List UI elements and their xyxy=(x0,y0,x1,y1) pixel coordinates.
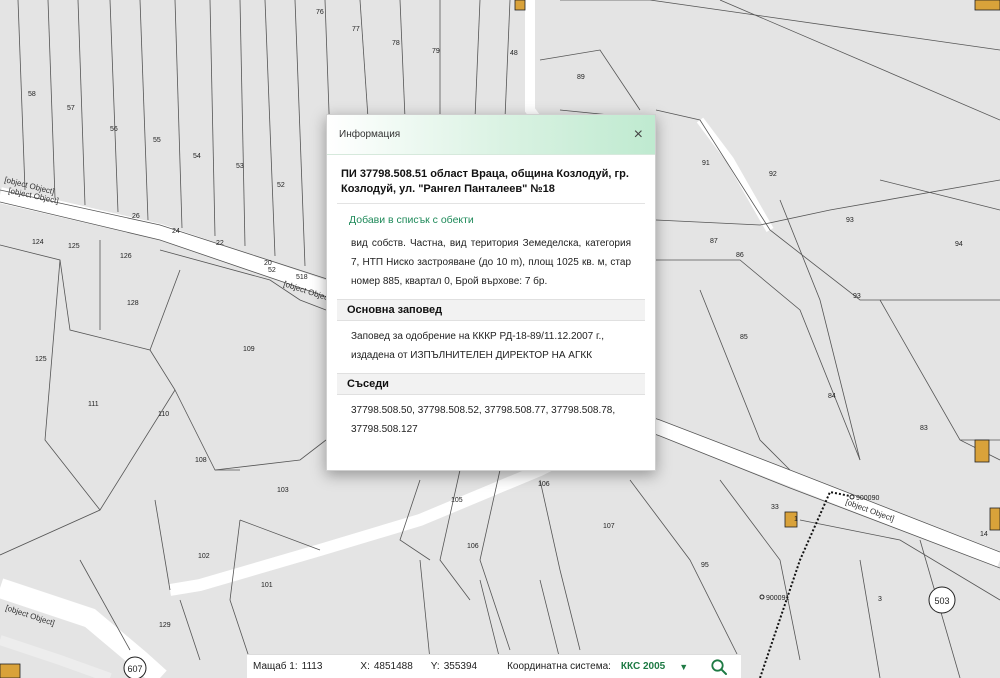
parcel-number-label: 106 xyxy=(467,543,479,550)
popup-body: ПИ 37798.508.51 област Враца, община Коз… xyxy=(327,155,655,471)
parcel-number-label: 92 xyxy=(769,171,777,178)
parcel-number-label: 129 xyxy=(159,622,171,629)
add-to-objects-link[interactable]: Добави в списък с обекти xyxy=(337,204,645,232)
parcel-number-label: 85 xyxy=(740,334,748,341)
parcel-number-label: 78 xyxy=(392,40,400,47)
parcel-number-label: 33 xyxy=(771,504,779,511)
coordinate-system-value[interactable]: ККС 2005 xyxy=(621,661,665,672)
scale-label: Мащаб 1: xyxy=(253,661,298,672)
parcel-number-label: 3 xyxy=(878,596,882,603)
y-label: Y: xyxy=(430,661,440,672)
parcel-number-label: 89 xyxy=(577,74,585,81)
close-icon[interactable]: × xyxy=(634,126,643,143)
parcel-number-label: 94 xyxy=(955,241,963,248)
parcel-number-label: 26 xyxy=(132,213,140,220)
parcel-number-label: 91 xyxy=(702,160,710,167)
parcel-number-label: 101 xyxy=(261,582,273,589)
parcel-number-label: 105 xyxy=(451,497,463,504)
parcel-number-label: 76 xyxy=(316,9,324,16)
parcel-number-label: 84 xyxy=(828,393,836,400)
parcel-number-label: 102 xyxy=(198,553,210,560)
parcel-number-label: 518 xyxy=(296,274,308,281)
neighbors-section-title: Съседи xyxy=(337,373,645,395)
parcel-number-label: 57 xyxy=(67,105,75,112)
road-circle-607: 607 xyxy=(127,664,142,674)
y-value: 355394 xyxy=(443,661,478,672)
parcel-number-label: 52 xyxy=(277,182,285,189)
parcel-description: вид собств. Частна, вид територия Земеде… xyxy=(351,238,631,287)
parcel-number-label: 55 xyxy=(153,137,161,144)
parcel-number-label: 106 xyxy=(538,481,550,488)
parcel-number-label: 125 xyxy=(35,356,47,363)
scale-value: 1113 xyxy=(301,661,323,672)
parcel-number-label: 110 xyxy=(158,411,169,418)
parcel-number-label: 22 xyxy=(216,240,224,247)
parcel-number-label: 1 xyxy=(794,516,798,523)
parcel-number-label: 108 xyxy=(195,457,207,464)
parcel-number-label: 77 xyxy=(352,26,360,33)
parcel-number-label: 56 xyxy=(110,126,118,133)
parcel-number-label: 111 xyxy=(88,401,99,408)
chevron-down-icon[interactable]: ▼ xyxy=(679,662,688,672)
parcel-number-label: 24 xyxy=(172,228,180,235)
parcel-number-label: 79 xyxy=(432,48,440,55)
popup-title: Информация xyxy=(339,129,401,140)
parcel-number-label: 126 xyxy=(120,253,132,260)
parcel-number-label: 54 xyxy=(193,153,201,160)
parcel-number-label: 58 xyxy=(28,91,36,98)
order-section-title: Основна заповед xyxy=(337,299,645,321)
parcel-number-label: 83 xyxy=(920,425,928,432)
parcel-number-label: 124 xyxy=(32,239,44,246)
parcel-number-label: 109 xyxy=(243,346,255,353)
info-popup: Информация × ПИ 37798.508.51 област Врац… xyxy=(326,114,656,471)
parcel-number-label: 93 xyxy=(853,293,861,300)
parcel-number-label: 128 xyxy=(127,300,139,307)
x-value: 4851488 xyxy=(373,661,413,672)
coordinate-system-label: Координатна система: xyxy=(507,661,611,672)
survey-point-label: 900091 xyxy=(766,595,789,602)
parcel-number-label: 20 xyxy=(264,260,272,267)
parcel-number-label: 87 xyxy=(710,238,718,245)
parcel-heading: ПИ 37798.508.51 област Враца, община Коз… xyxy=(337,167,645,204)
popup-header: Информация × xyxy=(327,115,655,155)
magnifier-icon[interactable] xyxy=(710,658,728,676)
order-text: Заповед за одобрение на КККР РД-18-89/11… xyxy=(351,331,605,361)
parcel-number-label: 93 xyxy=(846,217,854,224)
parcel-number-label: 107 xyxy=(603,523,615,530)
x-label: X: xyxy=(360,661,370,672)
parcel-number-label: 48 xyxy=(510,50,518,57)
parcel-number-label: 95 xyxy=(701,562,709,569)
parcel-number-label: 53 xyxy=(236,163,244,170)
parcel-number-label: 14 xyxy=(980,531,988,538)
parcel-number-label: 103 xyxy=(277,487,289,494)
neighbors-text: 37798.508.50, 37798.508.52, 37798.508.77… xyxy=(351,405,616,435)
status-bar: Мащаб 1: 1113 X: 4851488 Y: 355394 Коорд… xyxy=(247,654,741,678)
parcel-number-label: 125 xyxy=(68,243,80,250)
parcel-number-label: 86 xyxy=(736,252,744,259)
parcel-number-label: 52 xyxy=(268,267,276,274)
road-circle-503: 503 xyxy=(934,596,949,606)
